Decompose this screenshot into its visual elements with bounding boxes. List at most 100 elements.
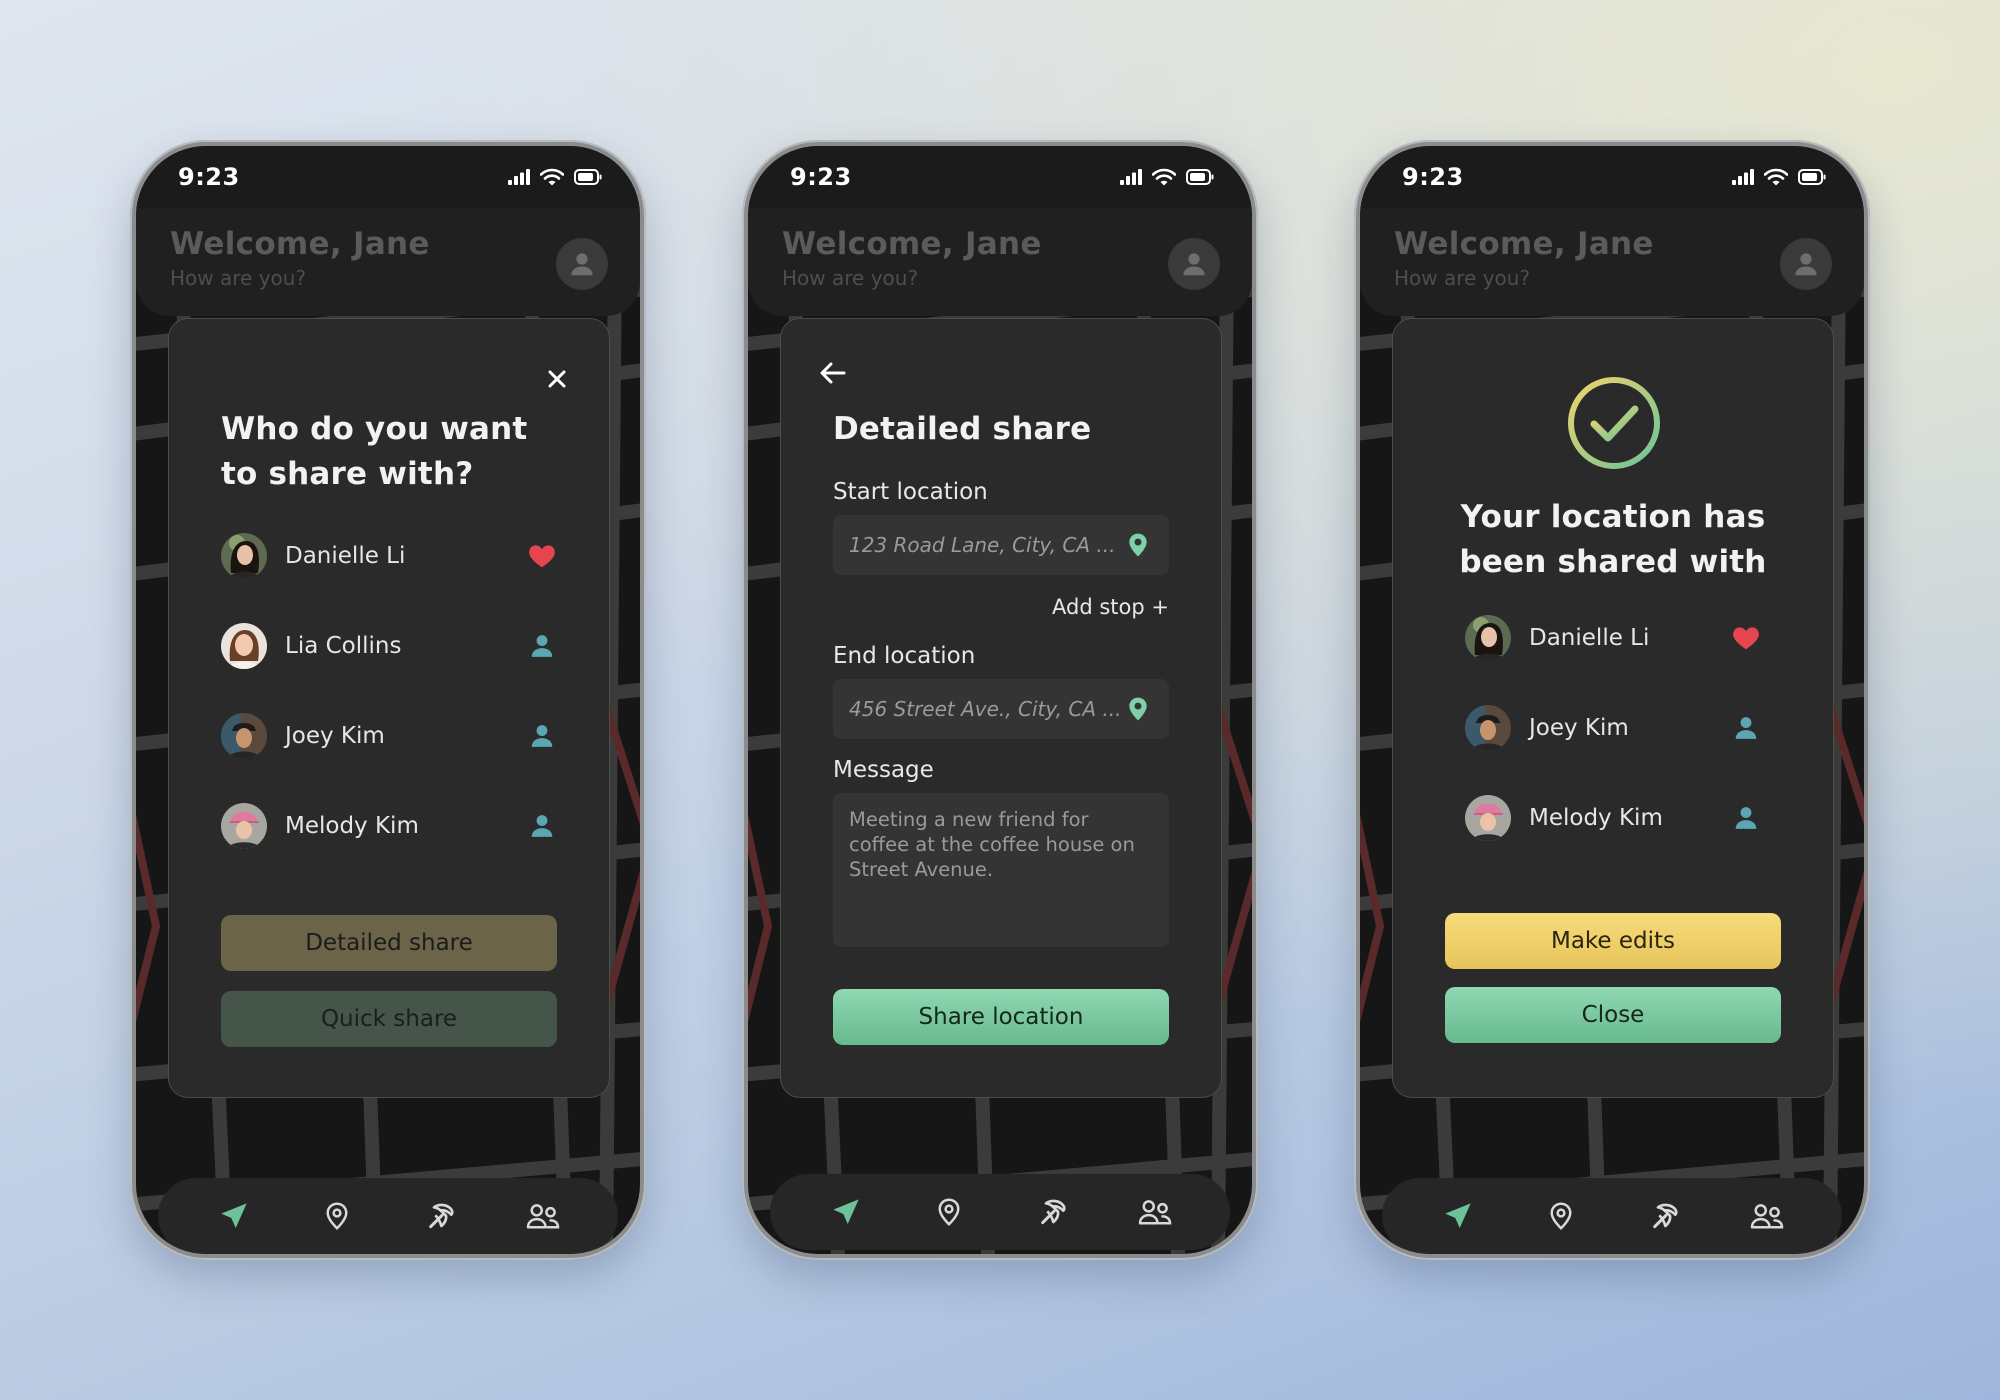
contact-name: Danielle Li	[285, 543, 406, 569]
nav-location[interactable]	[919, 1182, 979, 1242]
nav-explore[interactable]	[1634, 1186, 1694, 1246]
contact-name: Melody Kim	[285, 813, 419, 839]
nav-location[interactable]	[307, 1186, 367, 1246]
welcome-title: Welcome, Jane	[782, 226, 1042, 262]
nav-explore[interactable]	[1022, 1182, 1082, 1242]
location-pin-icon[interactable]	[1125, 532, 1151, 558]
pickaxe-icon	[424, 1200, 456, 1232]
contact-row-melody[interactable]: Melody Kim	[1465, 773, 1761, 863]
avatar-danielle	[1465, 615, 1511, 661]
contact-row-joey[interactable]: Joey Kim	[1465, 683, 1761, 773]
status-time: 9:23	[178, 163, 240, 191]
back-arrow-icon	[820, 362, 846, 384]
phone-screen: 9:23 Welcome, Jane How are you? Who do y…	[136, 146, 640, 1254]
pickaxe-icon	[1648, 1200, 1680, 1232]
send-icon	[1442, 1200, 1474, 1232]
location-pin-icon[interactable]	[1125, 696, 1151, 722]
avatar-danielle	[221, 533, 267, 579]
profile-avatar-button[interactable]	[1168, 238, 1220, 290]
contact-name: Joey Kim	[1529, 715, 1629, 741]
start-location-value: 123 Road Lane, City, CA ...	[849, 533, 1116, 557]
user-icon	[1179, 249, 1209, 279]
status-bar: 9:23	[748, 146, 1252, 208]
detailed-share-button[interactable]: Detailed share	[221, 915, 557, 971]
signal-icon	[1732, 169, 1754, 185]
message-textarea[interactable]: Meeting a new friend for coffee at the c…	[833, 793, 1169, 947]
friends-icon	[1137, 1197, 1173, 1227]
send-icon	[218, 1200, 250, 1232]
bottom-navbar	[1382, 1178, 1842, 1254]
nav-friends[interactable]	[1125, 1182, 1185, 1242]
contact-row-melody[interactable]: Melody Kim	[221, 781, 557, 871]
message-label: Message	[833, 757, 934, 783]
check-circle-icon	[1568, 377, 1660, 469]
person-icon	[529, 813, 555, 839]
signal-icon	[508, 169, 530, 185]
start-location-label: Start location	[833, 479, 988, 505]
avatar-joey	[221, 713, 267, 759]
nav-share[interactable]	[1428, 1186, 1488, 1246]
friends-icon	[1749, 1201, 1785, 1231]
contact-row-joey[interactable]: Joey Kim	[221, 691, 557, 781]
battery-icon	[574, 169, 602, 185]
status-time: 9:23	[1402, 163, 1464, 191]
person-icon	[529, 723, 555, 749]
profile-avatar-button[interactable]	[556, 238, 608, 290]
end-location-label: End location	[833, 643, 976, 669]
status-time: 9:23	[790, 163, 852, 191]
close-icon	[548, 370, 566, 388]
card-title: Detailed share	[833, 411, 1092, 447]
contact-name: Joey Kim	[285, 723, 385, 749]
pickaxe-icon	[1036, 1196, 1068, 1228]
person-icon	[1733, 715, 1759, 741]
nav-location[interactable]	[1531, 1186, 1591, 1246]
welcome-header: Welcome, Jane How are you?	[1360, 208, 1864, 316]
signal-icon	[1120, 169, 1142, 185]
person-icon	[529, 633, 555, 659]
contact-row-danielle[interactable]: Danielle Li	[221, 511, 557, 601]
end-location-input[interactable]: 456 Street Ave., City, CA ...	[833, 679, 1169, 739]
user-icon	[1791, 249, 1821, 279]
send-icon	[830, 1196, 862, 1228]
status-bar: 9:23	[136, 146, 640, 208]
add-stop-link[interactable]: Add stop +	[1052, 595, 1169, 619]
make-edits-button[interactable]: Make edits	[1445, 913, 1781, 969]
nav-share[interactable]	[204, 1186, 264, 1246]
nav-explore[interactable]	[410, 1186, 470, 1246]
quick-share-button[interactable]: Quick share	[221, 991, 557, 1047]
welcome-header: Welcome, Jane How are you?	[136, 208, 640, 316]
user-icon	[567, 249, 597, 279]
profile-avatar-button[interactable]	[1780, 238, 1832, 290]
close-button[interactable]: Close	[1445, 987, 1781, 1043]
nav-friends[interactable]	[513, 1186, 573, 1246]
card-title: Who do you want to share with?	[221, 411, 528, 492]
start-location-input[interactable]: 123 Road Lane, City, CA ...	[833, 515, 1169, 575]
welcome-subtitle: How are you?	[1394, 266, 1531, 290]
nav-friends[interactable]	[1737, 1186, 1797, 1246]
friends-icon	[525, 1201, 561, 1231]
location-pin-icon	[322, 1201, 352, 1231]
heart-icon	[527, 541, 557, 571]
contact-name: Danielle Li	[1529, 625, 1650, 651]
phone-share-picker: 9:23 Welcome, Jane How are you? Who do y…	[130, 140, 646, 1260]
avatar-joey	[1465, 705, 1511, 751]
avatar-melody	[221, 803, 267, 849]
battery-icon	[1798, 169, 1826, 185]
battery-icon	[1186, 169, 1214, 185]
avatar-lia	[221, 623, 267, 669]
share-location-button[interactable]: Share location	[833, 989, 1169, 1045]
phone-share-confirmation: 9:23 Welcome, Jane How are you? Your loc…	[1354, 140, 1870, 1260]
wifi-icon	[540, 168, 564, 186]
close-button[interactable]	[537, 359, 577, 399]
welcome-subtitle: How are you?	[782, 266, 919, 290]
shared-contact-list: Danielle Li Joey Kim Melody Kim	[1465, 593, 1761, 863]
end-location-value: 456 Street Ave., City, CA ...	[849, 697, 1122, 721]
wifi-icon	[1764, 168, 1788, 186]
wifi-icon	[1152, 168, 1176, 186]
contact-row-lia[interactable]: Lia Collins	[221, 601, 557, 691]
nav-share[interactable]	[816, 1182, 876, 1242]
bottom-navbar	[770, 1174, 1230, 1250]
back-button[interactable]	[813, 353, 853, 393]
contact-row-danielle[interactable]: Danielle Li	[1465, 593, 1761, 683]
location-pin-icon	[1546, 1201, 1576, 1231]
